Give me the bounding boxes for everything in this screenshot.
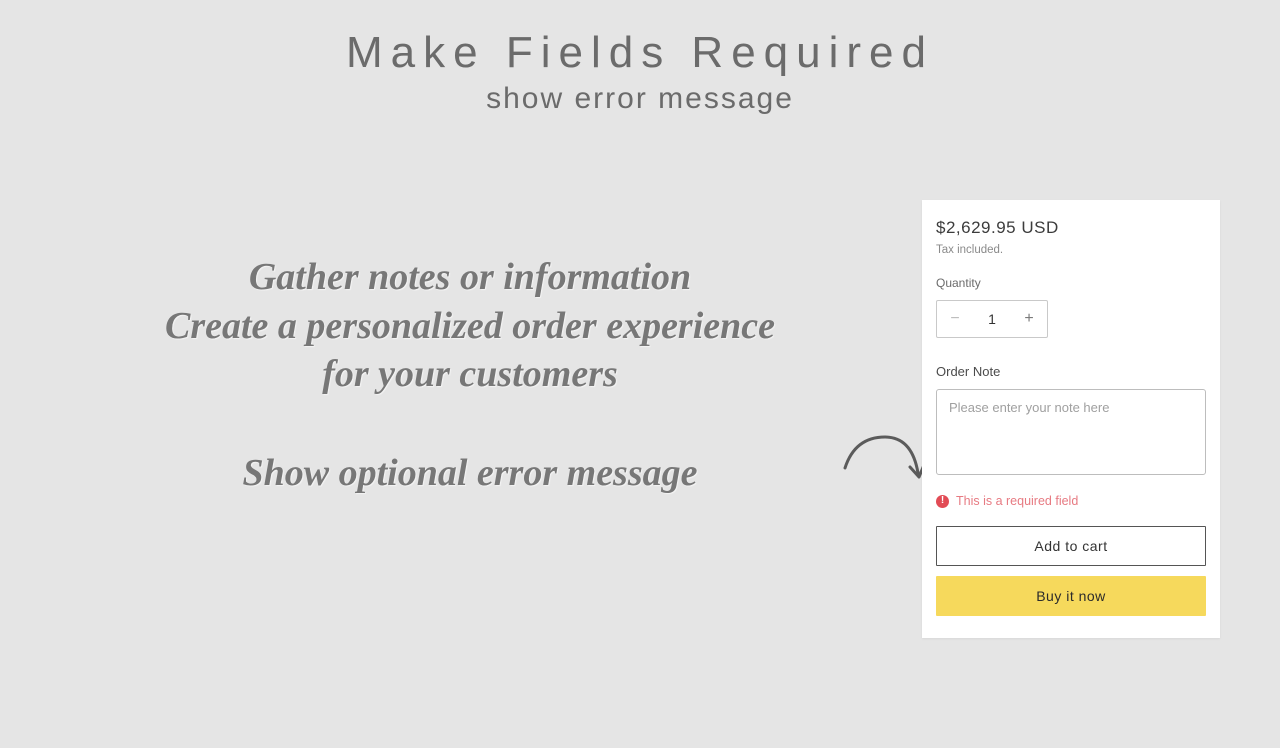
product-card: $2,629.95 USD Tax included. Quantity − 1… xyxy=(922,200,1220,638)
product-price: $2,629.95 USD xyxy=(936,218,1206,238)
order-note-input[interactable] xyxy=(936,389,1206,475)
quantity-increase-button[interactable]: + xyxy=(1011,301,1047,337)
page-subtitle: show error message xyxy=(0,82,1280,116)
marketing-line-4: Show optional error message xyxy=(60,449,880,498)
error-message: This is a required field xyxy=(956,494,1078,508)
quantity-stepper[interactable]: − 1 + xyxy=(936,300,1048,338)
marketing-line-3: for your customers xyxy=(60,350,880,399)
quantity-value: 1 xyxy=(988,311,996,327)
error-row: ! This is a required field xyxy=(936,494,1206,508)
quantity-decrease-button[interactable]: − xyxy=(937,301,973,337)
page-title: Make Fields Required xyxy=(0,28,1280,78)
quantity-label: Quantity xyxy=(936,276,1206,290)
add-to-cart-button[interactable]: Add to cart xyxy=(936,526,1206,566)
order-note-label: Order Note xyxy=(936,364,1206,379)
marketing-line-2: Create a personalized order experience xyxy=(60,302,880,351)
error-icon: ! xyxy=(936,495,949,508)
marketing-copy: Gather notes or information Create a per… xyxy=(60,253,880,498)
tax-note: Tax included. xyxy=(936,244,1206,256)
buy-it-now-button[interactable]: Buy it now xyxy=(936,576,1206,616)
arrow-icon xyxy=(840,433,925,488)
marketing-line-1: Gather notes or information xyxy=(60,253,880,302)
